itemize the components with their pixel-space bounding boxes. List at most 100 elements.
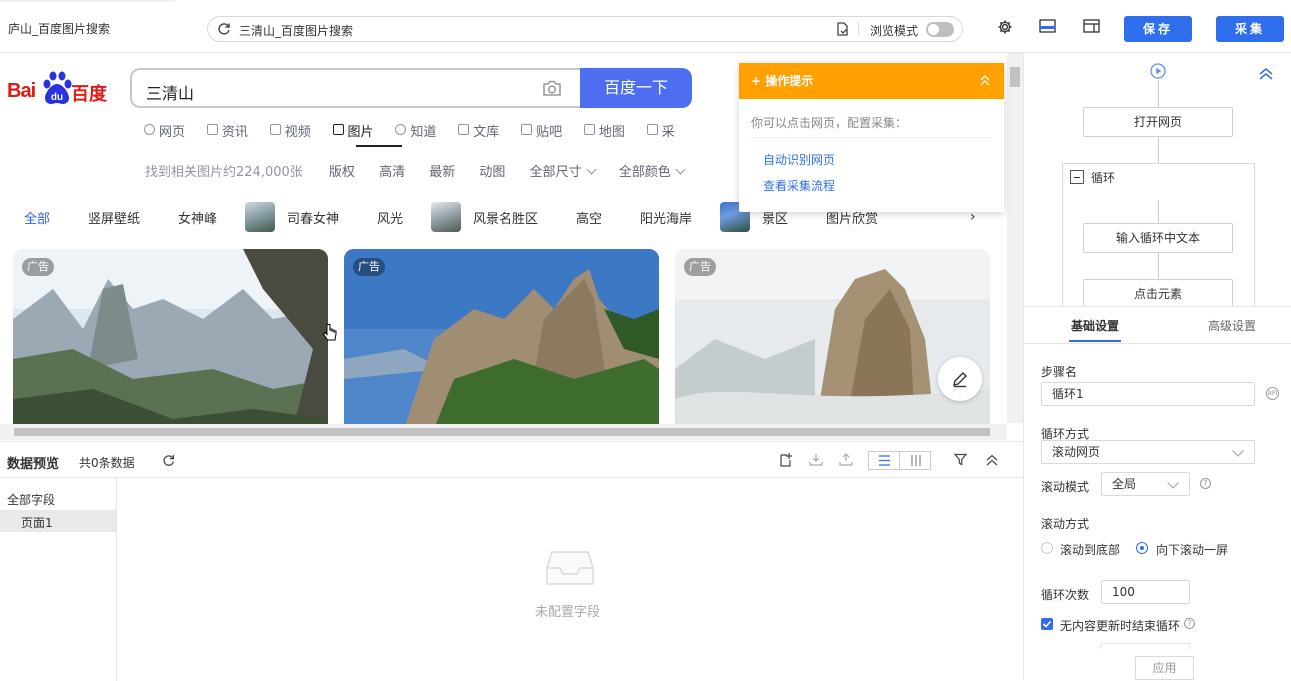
chip-item[interactable]: 高空	[576, 208, 602, 227]
address-bar[interactable]: 三清山_百度图片搜索 浏览模式	[207, 16, 963, 42]
filter-latest[interactable]: 最新	[429, 161, 455, 180]
result-count: 找到相关图片约224,000张	[145, 165, 303, 180]
address-text[interactable]: 三清山_百度图片搜索	[239, 22, 353, 39]
tab-zhidao[interactable]: 知道	[395, 121, 436, 140]
search-input-value[interactable]: 三清山	[146, 80, 194, 104]
filter-color-dropdown[interactable]: 全部颜色	[619, 161, 684, 180]
chip-item[interactable]: 阳光海岸	[640, 208, 692, 227]
collapse-icon[interactable]	[980, 74, 990, 86]
apply-button[interactable]: 应用	[1135, 656, 1194, 680]
chip-thumbnail[interactable]	[431, 202, 461, 232]
end-on-no-update-checkbox[interactable]	[1041, 618, 1053, 630]
start-play-icon[interactable]	[1150, 63, 1166, 79]
layout-top-icon[interactable]	[1039, 19, 1056, 33]
tab-news[interactable]: 资讯	[206, 121, 248, 140]
filter-animated[interactable]: 动图	[479, 161, 505, 180]
help-icon[interactable]: ?	[1200, 478, 1211, 489]
search-button[interactable]: 百度一下	[580, 68, 692, 108]
tab-tieba[interactable]: 贴吧	[521, 121, 562, 140]
active-tab-underline	[356, 145, 402, 147]
radio-scroll-bottom[interactable]	[1041, 542, 1053, 554]
loop-label: 循环	[1091, 171, 1116, 185]
chip-item[interactable]: 女神峰	[178, 208, 217, 227]
filter-hd[interactable]: 高清	[379, 161, 405, 180]
data-preview-title: 数据预览	[7, 457, 60, 472]
loop-mode-select[interactable]: 滚动网页	[1041, 440, 1255, 464]
horizontal-scrollbar[interactable]	[0, 424, 1007, 440]
settings-gear-icon[interactable]	[997, 19, 1013, 35]
tab-image[interactable]: 图片	[332, 121, 374, 140]
camera-icon[interactable]	[542, 80, 562, 97]
all-fields-label[interactable]: 全部字段	[7, 491, 55, 508]
tab-title[interactable]: 庐山_百度图片搜索	[8, 20, 110, 37]
data-preview-panel: 数据预览 共0条数据 全部字段 页面1 未配置字段	[0, 441, 1023, 681]
collect-button[interactable]: 采集	[1216, 16, 1284, 42]
tab-webpage[interactable]: 网页	[144, 121, 185, 140]
mountain-image	[344, 249, 659, 429]
filter-icon[interactable]	[954, 453, 967, 466]
collapse-panel-icon[interactable]	[986, 454, 998, 466]
scroll-method-label: 滚动方式	[1041, 517, 1090, 531]
chip-item[interactable]: 风光	[377, 208, 403, 227]
auto-detect-link[interactable]: 自动识别网页	[763, 151, 835, 168]
tab-wenku[interactable]: 文库	[458, 121, 499, 140]
browse-mode-toggle[interactable]	[926, 22, 954, 37]
chip-item[interactable]: 竖屏壁纸	[88, 208, 140, 227]
download-icon[interactable]	[809, 453, 823, 466]
tab-more[interactable]: 采	[646, 121, 675, 140]
chip-item[interactable]: 司春女神	[287, 208, 339, 227]
plus-icon: +	[751, 74, 766, 88]
reload-icon[interactable]	[217, 22, 231, 36]
image-result-card[interactable]: 广告	[344, 249, 659, 429]
flow-node-click-element[interactable]: 点击元素	[1083, 279, 1233, 306]
radio-scroll-screen[interactable]	[1136, 542, 1148, 554]
tab-advanced-settings[interactable]: 高级设置	[1208, 317, 1256, 334]
view-mode-toggle[interactable]	[868, 451, 931, 470]
save-button[interactable]: 保存	[1124, 16, 1192, 42]
loop-count-input[interactable]: 100	[1101, 580, 1190, 604]
tips-title: 操作提示	[765, 74, 814, 88]
tab-map[interactable]: 地图	[583, 121, 625, 140]
chip-thumbnail[interactable]	[245, 202, 275, 232]
image-result-card[interactable]: 广告	[13, 249, 328, 429]
tab-basic-settings[interactable]: 基础设置	[1068, 317, 1122, 342]
chip-all[interactable]: 全部	[24, 208, 50, 227]
field-sidebar: 全部字段 页面1	[0, 478, 117, 681]
ad-badge: 广告	[22, 258, 54, 276]
video-icon	[269, 124, 281, 135]
refresh-icon[interactable]	[162, 454, 175, 467]
vertical-scrollbar[interactable]	[1007, 53, 1023, 423]
collapse-flow-icon[interactable]	[1259, 68, 1273, 80]
export-icon[interactable]	[839, 453, 853, 466]
list-view-icon[interactable]	[869, 452, 900, 469]
tips-header[interactable]: + 操作提示	[739, 63, 1004, 99]
image-result-card[interactable]: 广告	[675, 249, 990, 429]
help-icon[interactable]: ?	[1184, 618, 1195, 629]
collapse-loop-icon[interactable]	[1070, 170, 1084, 184]
chip-item[interactable]: 风景名胜区	[473, 208, 538, 227]
layout-side-icon[interactable]	[1083, 19, 1100, 33]
add-field-icon[interactable]	[779, 452, 793, 467]
column-view-icon[interactable]	[901, 452, 932, 469]
filter-copyright[interactable]: 版权	[329, 161, 355, 180]
flow-node-open-page[interactable]: 打开网页	[1083, 107, 1233, 137]
api-icon[interactable]: API	[1266, 387, 1279, 400]
flow-node-input-text[interactable]: 输入循环中文本	[1083, 223, 1233, 253]
scroll-thumb[interactable]	[1010, 67, 1020, 87]
filter-size-dropdown[interactable]: 全部尺寸	[530, 161, 595, 180]
edit-button[interactable]	[938, 357, 982, 401]
search-input[interactable]: 三清山	[130, 68, 581, 108]
tab-label: 贴吧	[536, 125, 563, 140]
bag-icon	[646, 124, 658, 135]
page-label: 页面1	[21, 516, 53, 530]
page-item[interactable]: 页面1	[0, 510, 116, 532]
scroll-thumb[interactable]	[14, 428, 990, 436]
view-flow-link[interactable]: 查看采集流程	[763, 177, 835, 194]
tab-video[interactable]: 视频	[269, 121, 311, 140]
scroll-mode-select[interactable]: 全局	[1101, 472, 1190, 496]
tab-indicator	[0, 0, 175, 2]
baidu-logo[interactable]: Bai du 百度	[7, 70, 109, 106]
tab-label: 知道	[410, 125, 437, 140]
page-source-icon[interactable]	[836, 22, 850, 37]
step-name-input[interactable]: 循环1	[1041, 382, 1255, 406]
